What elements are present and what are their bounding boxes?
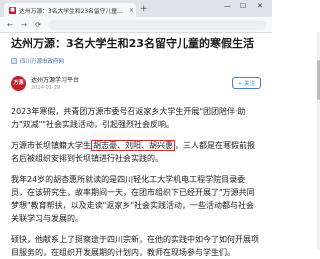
reload-icon[interactable]: ⟳: [34, 21, 42, 29]
source-icon: [11, 58, 17, 64]
url-input[interactable]: [48, 19, 266, 30]
publish-date: 2024-01-29: [31, 85, 61, 91]
tab-close-icon[interactable]: ×: [129, 7, 134, 14]
author-row: 万源 达州万源学习平台 2024-01-29 + 关注: [11, 73, 261, 93]
browser-tab[interactable]: ■ 达州万源：3名大学生和23名留守儿童的寒假生活 ×: [4, 3, 136, 17]
close-window-icon[interactable]: ✕: [257, 2, 263, 10]
paragraph-text: 万源市长坝镇籍大学生: [11, 141, 91, 150]
browser-tabstrip: ■ 达州万源：3名大学生和23名留守儿童的寒假生活 × + — ☐ ✕: [0, 0, 272, 17]
article-content: 达州万源：3名大学生和23名留守儿童的寒假生活 四川万源市政府网 万源 达州万源…: [0, 33, 272, 259]
article-paragraph: 万源市长坝镇籍大学生 胡志豪、刘阳、胡兴惠 ，三人都是在寒假前报名后被组织安排到长坝…: [11, 139, 261, 165]
forward-icon[interactable]: →: [20, 21, 28, 29]
avatar[interactable]: 万源: [11, 75, 26, 91]
article-title: 达州万源：3名大学生和23名留守儿童的寒假生活: [11, 37, 254, 50]
source-link[interactable]: 四川万源市政府网: [11, 57, 261, 65]
follow-button[interactable]: + 关注: [231, 77, 261, 89]
highlighted-names: 胡志豪、刘阳、胡兴惠: [91, 140, 175, 151]
source-link-label: 四川万源市政府网: [20, 59, 65, 65]
back-icon[interactable]: ←: [6, 21, 14, 29]
article-paragraph: 我年24岁的胡杏惠所就读的是四川轻化工大学机电工程学院目录委员，在该研究生，故率…: [11, 175, 255, 223]
author-name[interactable]: 达州万源学习平台: [31, 75, 79, 84]
tab-title: 达州万源：3名大学生和23名留守儿童的寒假生活: [19, 8, 127, 15]
site-favicon-icon: ■: [9, 6, 16, 14]
maximize-icon[interactable]: ☐: [240, 2, 246, 10]
new-tab-button[interactable]: +: [140, 3, 148, 15]
article-paragraph: 硕快，他献系上了挺察途于四川宗新，在他的实践中如今了如何开展项目服务的，在组织开…: [11, 235, 259, 257]
author-meta: 达州万源学习平台 2024-01-29: [31, 75, 79, 91]
minimize-icon[interactable]: —: [224, 2, 231, 10]
address-bar: ← → ⟳: [0, 17, 272, 33]
article-paragraph: 2023年寒假，共青团万源市委号召返家乡大学生开展"团团陪伴·助力"双减""社会…: [11, 107, 246, 129]
